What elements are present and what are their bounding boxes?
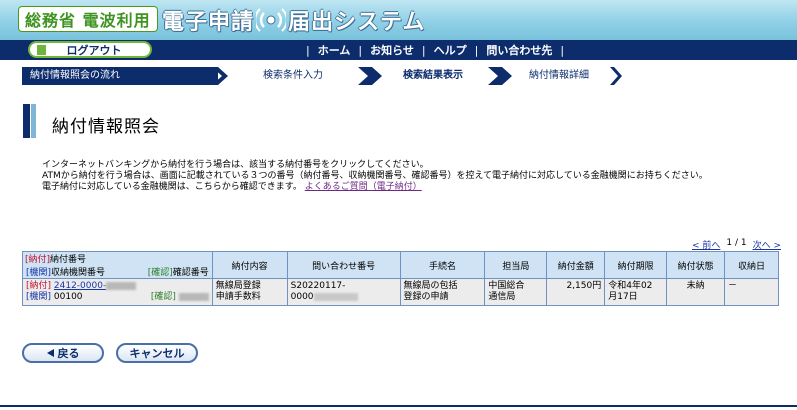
header-status: 納付状態 — [666, 251, 726, 279]
table-header-row: [納付]納付番号 [機関]収納機関番号 [確認]確認番号 納付内容 問い合わせ番… — [22, 251, 779, 279]
footer-divider — [0, 405, 797, 407]
instruction-line-3: 電子納付に対応している金融機関は、こちらから確認できます。 よくあるご質問（電子… — [42, 182, 422, 192]
cell-procedure: 無線局の包括 登録の申請 — [399, 278, 486, 306]
nav-link-help[interactable]: ヘルプ — [434, 42, 467, 58]
flow-step-search-conditions: 検索条件入力 — [263, 70, 323, 81]
process-flow: 納付情報照会の流れ 検索条件入力 検索結果表示 納付情報詳細 — [22, 67, 622, 85]
masked-inquiry-number — [313, 292, 358, 301]
payment-number-link[interactable]: 2412-0000- — [54, 281, 137, 291]
header-deadline: 納付期限 — [604, 251, 668, 279]
pager-prev-link[interactable]: < 前へ — [692, 238, 720, 251]
header-inquiry-number: 問い合わせ番号 — [286, 251, 401, 279]
flow-label: 納付情報照会の流れ — [22, 67, 218, 85]
instructions: インターネットバンキングから納付を行う場合は、該当する納付番号をクリックしてくだ… — [42, 160, 782, 193]
masked-value — [106, 281, 137, 290]
header-content: 納付内容 — [211, 251, 288, 279]
instruction-line-1: インターネットバンキングから納付を行う場合は、該当する納付番号をクリックしてくだ… — [42, 160, 429, 170]
header-paid-date: 収納日 — [724, 251, 779, 279]
results-table: [納付]納付番号 [機関]収納機関番号 [確認]確認番号 納付内容 問い合わせ番… — [22, 251, 779, 306]
flow-step-payment-detail: 納付情報詳細 — [529, 70, 589, 81]
logout-button[interactable]: ログアウト — [28, 41, 152, 58]
header-office: 担当局 — [484, 251, 548, 279]
cell-inquiry-number: S20220117- 0000 — [286, 278, 401, 306]
pager-status: 1 / 1 — [726, 238, 747, 248]
page-title: 納付情報照会 — [52, 117, 160, 137]
header-procedure: 手続名 — [399, 251, 486, 279]
cell-paid-date: － — [724, 278, 779, 306]
header-amount: 納付金額 — [546, 251, 606, 279]
masked-confirm-number — [178, 292, 209, 301]
pager-next-link[interactable]: 次へ > — [753, 238, 781, 251]
title-accent-bar — [23, 104, 30, 138]
nav-bar: ログアウト | ホーム | お知らせ | ヘルプ | 問い合わせ先 | — [0, 40, 797, 60]
nav-links: | ホーム | お知らせ | ヘルプ | 問い合わせ先 | — [306, 42, 565, 58]
agency-number: 00100 — [53, 292, 83, 302]
system-brand: 電子申請 届出システム — [162, 5, 425, 35]
cell-deadline: 令和4年02 月17日 — [604, 278, 668, 306]
logout-label: ログアウト — [66, 43, 122, 57]
cell-content: 無線局登録 申請手数料 — [211, 278, 288, 306]
logout-marker-icon — [37, 45, 46, 55]
nav-link-news[interactable]: お知らせ — [370, 42, 414, 58]
faq-link[interactable]: よくあるご質問（電子納付） — [305, 182, 422, 192]
app-header: 総務省 電波利用 電子申請 届出システム — [0, 0, 797, 40]
cell-amount: 2,150円 — [546, 278, 606, 306]
nav-link-home[interactable]: ホーム — [318, 42, 351, 58]
brand-text-part1: 電子申請 — [162, 10, 255, 35]
cell-office: 中国総合 通信局 — [484, 278, 548, 306]
ministry-logo: 総務省 電波利用 — [18, 6, 158, 32]
back-arrow-icon — [46, 349, 54, 357]
cell-numbers: [納付] 2412-0000- [機関] 00100 [確認] — [22, 278, 213, 306]
flow-step-search-results: 検索結果表示 — [403, 70, 463, 81]
title-accent-bar-light — [31, 104, 36, 138]
table-row: [納付] 2412-0000- [機関] 00100 [確認] 無線局登録 申請… — [22, 278, 779, 306]
back-button[interactable]: 戻る — [22, 343, 104, 363]
radio-wave-icon — [256, 8, 287, 32]
pager: < 前へ 1 / 1 次へ > — [692, 238, 781, 251]
brand-text-part2: 届出システム — [288, 10, 426, 35]
nav-link-contact[interactable]: 問い合わせ先 — [486, 42, 552, 58]
instruction-line-2: ATMから納付を行う場合は、画面に記載されている３つの番号（納付番号、収納機関番… — [42, 171, 708, 181]
header-numbers: [納付]納付番号 [機関]収納機関番号 [確認]確認番号 — [22, 251, 213, 279]
cancel-button[interactable]: キャンセル — [116, 343, 198, 363]
ministry-logo-text: 総務省 電波利用 — [25, 11, 151, 30]
cell-status: 未納 — [666, 278, 726, 306]
